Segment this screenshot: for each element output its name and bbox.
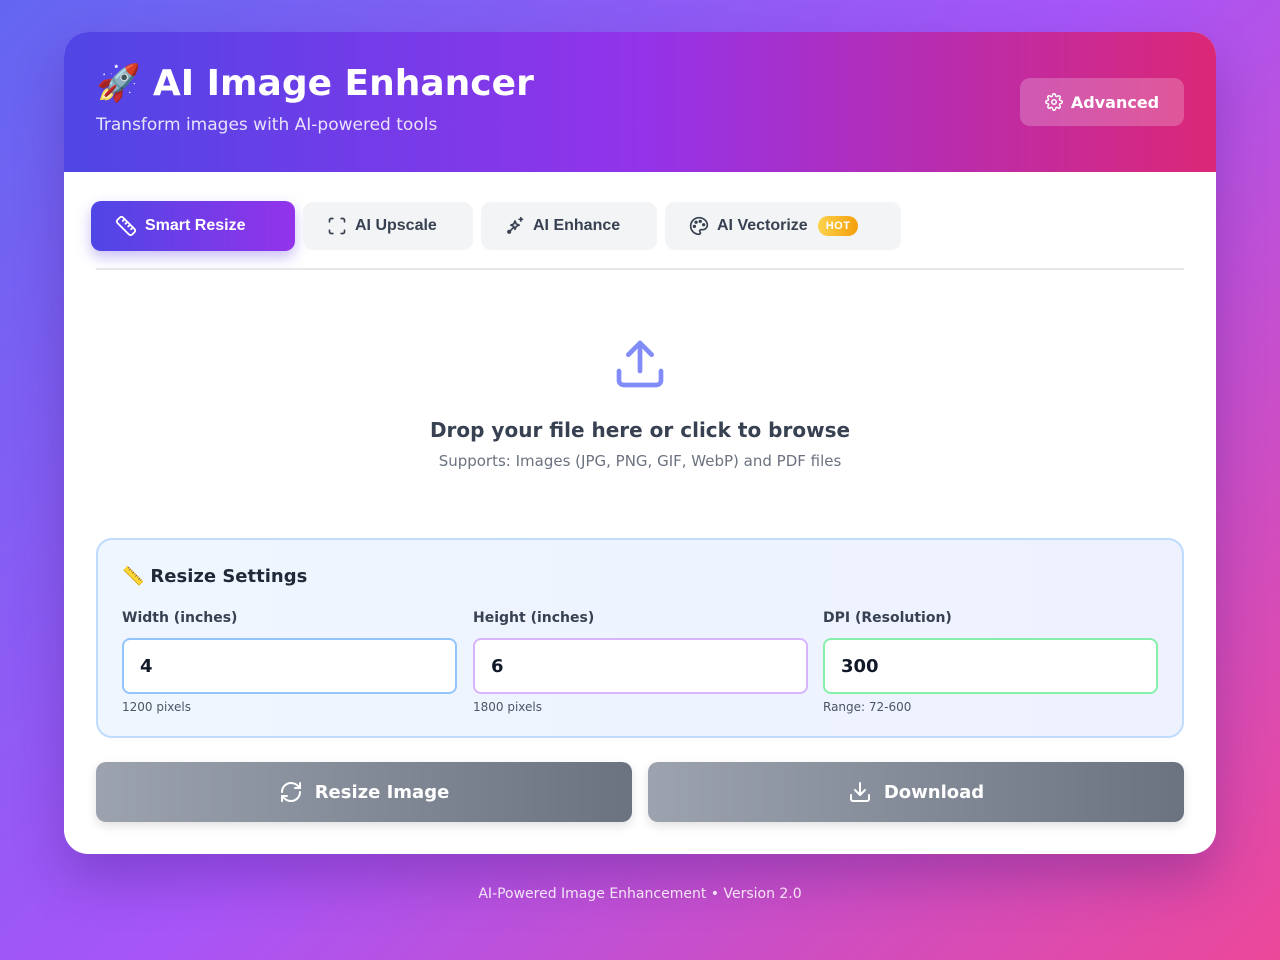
- download-button[interactable]: Download: [648, 762, 1184, 822]
- refresh-icon: [279, 780, 303, 804]
- width-label: Width (inches): [122, 610, 238, 626]
- action-bar: Resize Image Download: [96, 762, 1184, 822]
- tab-ai-enhance[interactable]: AI Enhance: [481, 202, 657, 250]
- page-footer: AI-Powered Image Enhancement • Version 2…: [478, 886, 802, 902]
- tab-bar: Smart Resize AI Upscale AI Enhance AI Ve…: [91, 201, 901, 251]
- tab-label: Smart Resize: [145, 217, 246, 234]
- dpi-label: DPI (Resolution): [823, 610, 952, 626]
- file-dropzone[interactable]: Drop your file here or click to browse S…: [96, 292, 1184, 512]
- resize-image-button[interactable]: Resize Image: [96, 762, 632, 822]
- height-label: Height (inches): [473, 610, 595, 626]
- tab-divider: [96, 268, 1184, 270]
- sparkles-icon: [505, 216, 525, 236]
- download-icon: [848, 780, 872, 804]
- height-hint: 1800 pixels: [473, 700, 543, 714]
- ruler-icon: [115, 215, 137, 237]
- gear-icon: [1044, 93, 1063, 111]
- tab-ai-upscale[interactable]: AI Upscale: [303, 202, 473, 250]
- tab-smart-resize[interactable]: Smart Resize: [91, 201, 295, 251]
- resize-image-label: Resize Image: [314, 781, 450, 803]
- tab-label: AI Enhance: [533, 217, 621, 234]
- dpi-input[interactable]: [823, 638, 1158, 694]
- title-row: 🚀 AI Image Enhancer: [96, 62, 534, 106]
- advanced-label: Advanced: [1070, 92, 1160, 112]
- tab-label: AI Upscale: [355, 217, 437, 234]
- page-title: AI Image Enhancer: [152, 63, 534, 104]
- resize-settings-panel: 📏 Resize Settings Width (inches) 1200 pi…: [96, 538, 1184, 738]
- width-hint: 1200 pixels: [122, 700, 192, 714]
- tab-ai-vectorize[interactable]: AI Vectorize HOT: [665, 202, 901, 250]
- expand-icon: [327, 216, 347, 236]
- height-field: Height (inches) 1800 pixels: [473, 610, 808, 714]
- download-label: Download: [883, 781, 985, 803]
- settings-title: 📏 Resize Settings: [122, 566, 307, 587]
- advanced-button[interactable]: Advanced: [1020, 78, 1184, 126]
- app-header: 🚀 AI Image Enhancer Transform images wit…: [64, 32, 1216, 172]
- rocket-icon: 🚀: [96, 63, 141, 104]
- dpi-field: DPI (Resolution) Range: 72-600: [823, 610, 1158, 714]
- page-subtitle: Transform images with AI-powered tools: [96, 115, 438, 135]
- upload-icon: [612, 336, 668, 396]
- dpi-hint: Range: 72-600: [823, 700, 912, 714]
- width-field: Width (inches) 1200 pixels: [122, 610, 457, 714]
- tab-label: AI Vectorize: [717, 217, 808, 234]
- dropzone-subtitle: Supports: Images (JPG, PNG, GIF, WebP) a…: [438, 452, 842, 470]
- width-input[interactable]: [122, 638, 457, 694]
- height-input[interactable]: [473, 638, 808, 694]
- ruler-emoji-icon: 📏: [122, 566, 145, 587]
- hot-badge: HOT: [817, 216, 859, 236]
- palette-icon: [689, 216, 709, 236]
- settings-title-text: Resize Settings: [150, 566, 308, 587]
- app-card: 🚀 AI Image Enhancer Transform images wit…: [64, 32, 1216, 854]
- dropzone-title: Drop your file here or click to browse: [429, 418, 851, 442]
